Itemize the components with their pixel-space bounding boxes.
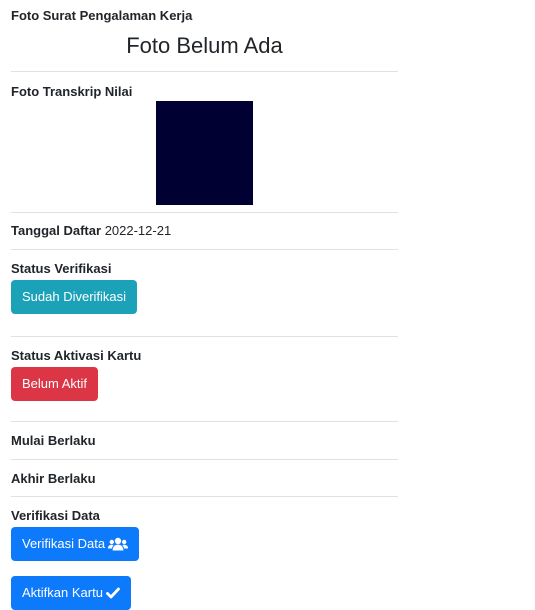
aktifkan-kartu-button[interactable]: Aktifkan Kartu — [11, 576, 131, 610]
users-icon — [108, 537, 129, 551]
photo-placeholder-text: Foto Belum Ada — [126, 33, 283, 58]
transkrip-photo[interactable] — [156, 101, 253, 205]
section-status-verifikasi: Status Verifikasi Sudah Diverifikasi — [11, 250, 398, 337]
label-status-verifikasi: Status Verifikasi — [11, 261, 112, 276]
label-verifikasi-data: Verifikasi Data — [11, 508, 100, 523]
section-mulai-berlaku: Mulai Berlaku — [11, 422, 398, 460]
label-surat-pengalaman: Foto Surat Pengalaman Kerja — [11, 8, 193, 23]
label-tanggal-daftar: Tanggal Daftar — [11, 223, 102, 238]
section-verifikasi-data: Verifikasi Data Verifikasi Data Aktifkan… — [11, 497, 398, 610]
verifikasi-data-button-label: Verifikasi Data — [22, 536, 106, 551]
label-transkrip: Foto Transkrip Nilai — [11, 84, 133, 99]
label-mulai-berlaku: Mulai Berlaku — [11, 433, 96, 448]
section-surat-pengalaman: Foto Surat Pengalaman Kerja Foto Belum A… — [11, 0, 398, 72]
section-tanggal-daftar: Tanggal Daftar 2022-12-21 — [11, 213, 398, 250]
aktifkan-kartu-button-label: Aktifkan Kartu — [22, 585, 103, 600]
section-status-aktivasi: Status Aktivasi Kartu Belum Aktif — [11, 337, 398, 422]
label-status-aktivasi: Status Aktivasi Kartu — [11, 348, 142, 363]
tanggal-daftar-value: 2022-12-21 — [104, 223, 172, 238]
status-aktivasi-badge[interactable]: Belum Aktif — [11, 367, 99, 401]
verify-button-row: Verifikasi Data — [11, 527, 398, 561]
check-icon — [106, 587, 120, 598]
section-akhir-berlaku: Akhir Berlaku — [11, 460, 398, 497]
verifikasi-data-button[interactable]: Verifikasi Data — [11, 527, 140, 561]
section-transkrip: Foto Transkrip Nilai — [11, 72, 398, 213]
activate-button-row: Aktifkan Kartu — [11, 576, 398, 610]
status-verifikasi-badge[interactable]: Sudah Diverifikasi — [11, 280, 138, 314]
label-akhir-berlaku: Akhir Berlaku — [11, 471, 96, 486]
tanggal-row: Tanggal Daftar 2022-12-21 — [11, 213, 398, 239]
registration-detail: Foto Surat Pengalaman Kerja Foto Belum A… — [11, 0, 398, 610]
